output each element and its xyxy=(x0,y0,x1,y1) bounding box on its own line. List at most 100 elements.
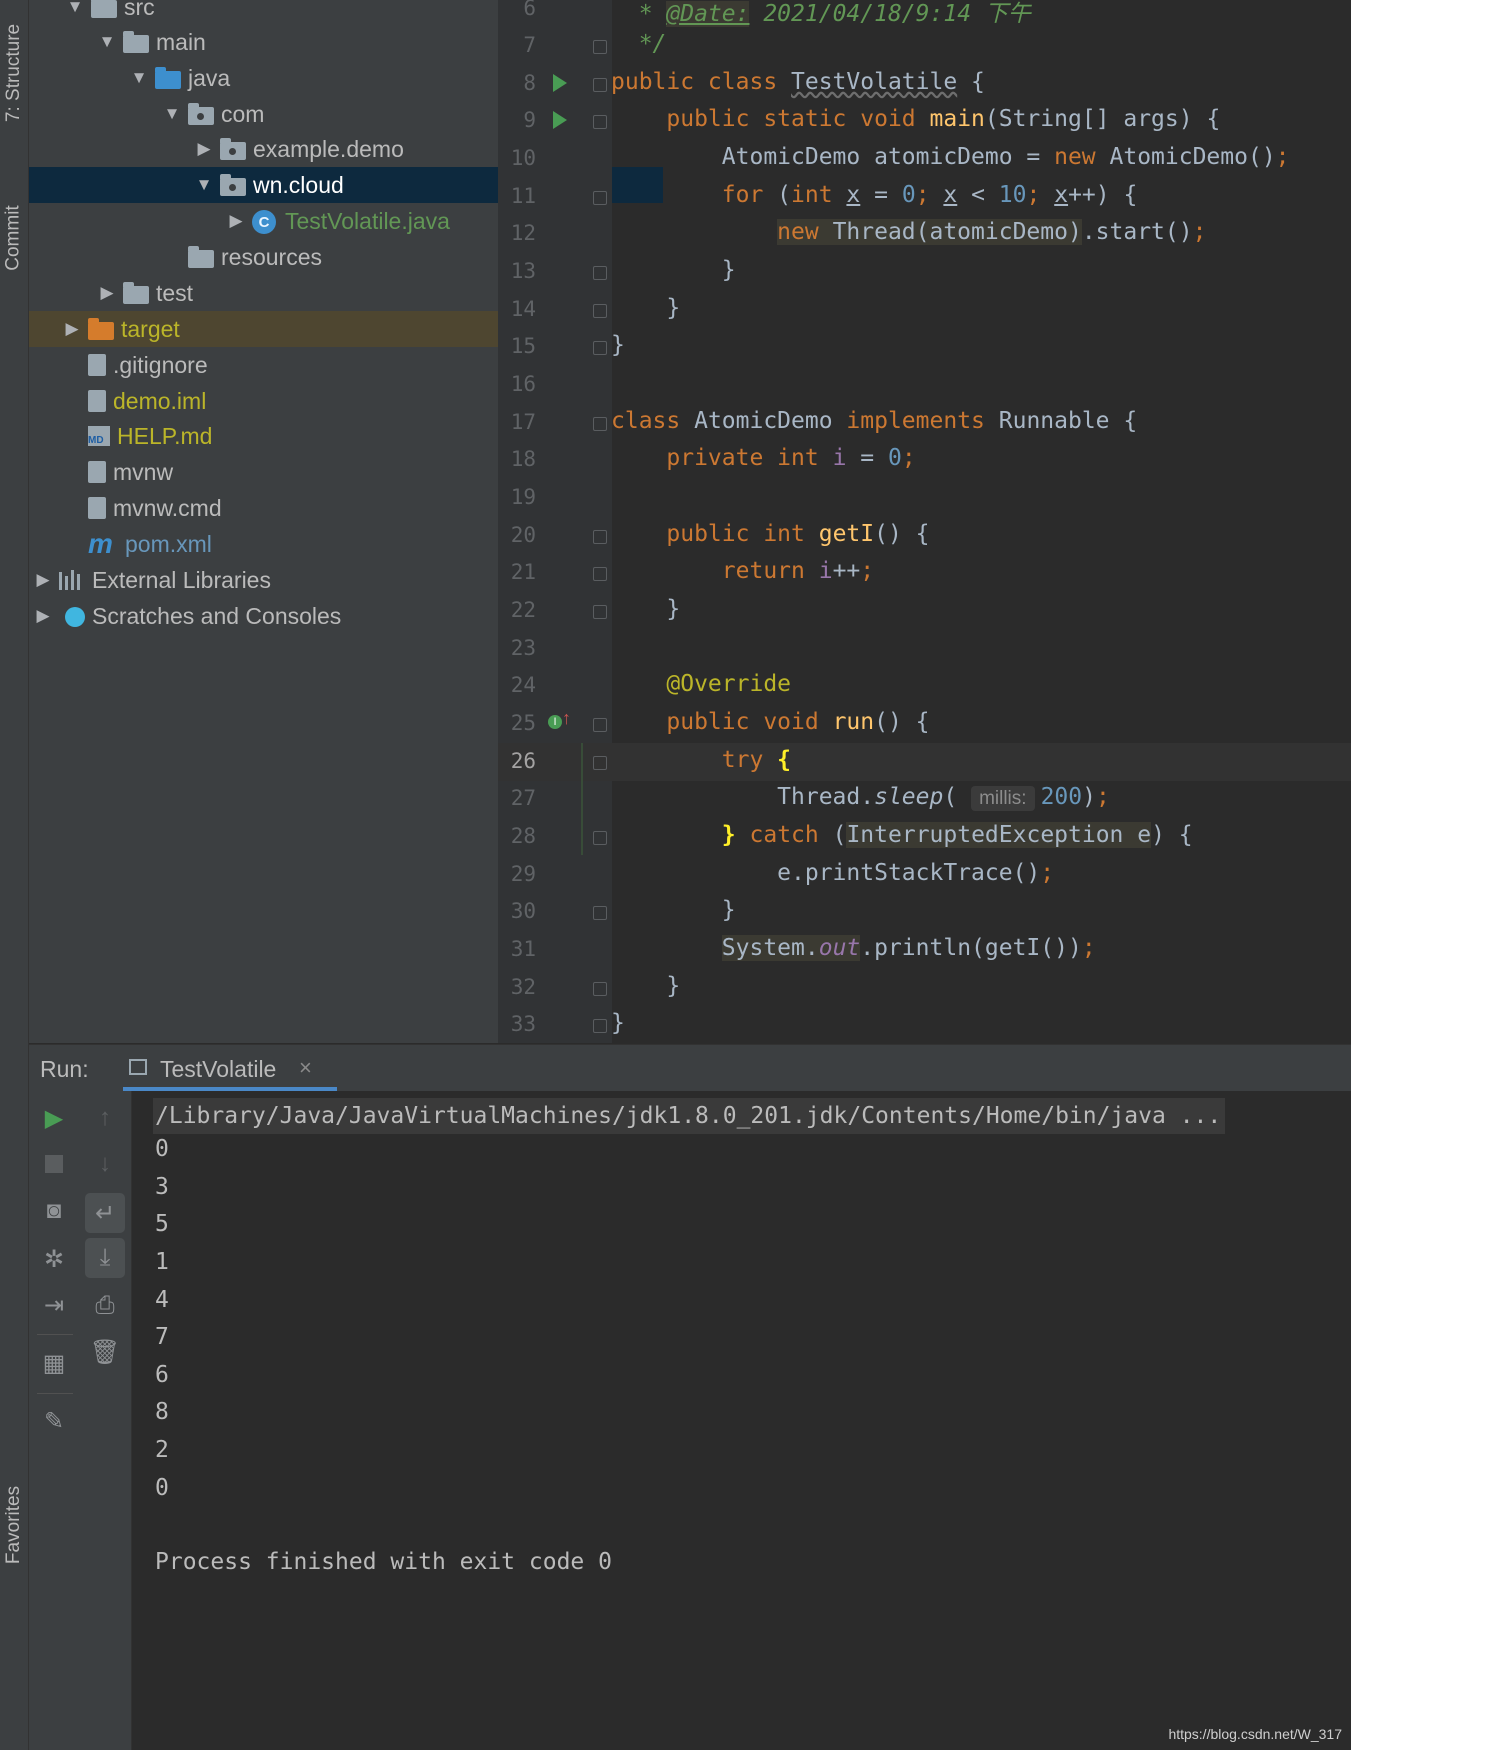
trash-icon[interactable]: 🗑 xyxy=(85,1332,125,1372)
code-line[interactable]: 30 } xyxy=(498,893,1351,931)
structure-tool-tab[interactable]: 7: Structure xyxy=(0,0,28,145)
code-line[interactable]: 25I public void run() { xyxy=(498,705,1351,743)
favorites-tool-tab[interactable]: Favorites xyxy=(0,1470,28,1580)
line-number: 31 xyxy=(510,937,536,961)
code-line[interactable]: 14 } xyxy=(498,291,1351,329)
down-arrow-icon[interactable]: ↓ xyxy=(85,1144,125,1184)
exit-icon[interactable]: ⇥ xyxy=(34,1285,74,1325)
tree-item-scratches[interactable]: ▶ Scratches and Consoles xyxy=(29,598,502,634)
fold-icon[interactable] xyxy=(593,304,607,318)
debug-bug-icon[interactable]: ✲ xyxy=(34,1239,74,1279)
fold-icon[interactable] xyxy=(593,718,607,732)
close-icon[interactable]: × xyxy=(299,1055,312,1081)
fold-icon[interactable] xyxy=(593,982,607,996)
code-line[interactable]: 18 private int i = 0; xyxy=(498,441,1351,479)
tree-item-label: com xyxy=(221,100,265,127)
fold-icon[interactable] xyxy=(593,191,607,205)
code-line[interactable]: 33} xyxy=(498,1006,1351,1043)
code-line[interactable]: 6 * @Date: 2021/04/18/9:14 下午 xyxy=(498,0,1351,28)
code-line[interactable]: 10 AtomicDemo atomicDemo = new AtomicDem… xyxy=(498,140,1351,178)
code-line[interactable]: 20 public int getI() { xyxy=(498,517,1351,555)
rerun-button[interactable]: ▶ xyxy=(34,1098,74,1138)
tree-item-src[interactable]: ▼ src xyxy=(29,0,534,25)
collapsed-arrow-icon[interactable]: ▶ xyxy=(97,283,117,303)
tree-item-mvnw[interactable]: mvnw xyxy=(29,454,557,490)
fold-icon[interactable] xyxy=(593,40,607,54)
fold-icon[interactable] xyxy=(593,831,607,845)
code-line[interactable]: 22 } xyxy=(498,592,1351,630)
fold-icon[interactable] xyxy=(593,115,607,129)
expanded-arrow-icon[interactable]: ▼ xyxy=(162,104,182,124)
tree-item-help-md[interactable]: MD HELP.md xyxy=(29,418,557,454)
expanded-arrow-icon[interactable]: ▼ xyxy=(65,0,85,17)
line-number: 15 xyxy=(510,334,536,358)
fold-icon[interactable] xyxy=(593,1019,607,1033)
tree-item-main[interactable]: ▼ main xyxy=(29,24,566,60)
code-line[interactable]: 29 e.printStackTrace(); xyxy=(498,856,1351,894)
code-editor[interactable]: 6 * @Date: 2021/04/18/9:14 下午 7 */ 8 publ… xyxy=(498,0,1351,1043)
fold-icon[interactable] xyxy=(593,341,607,355)
tree-item-external-libraries[interactable]: ▶ External Libraries xyxy=(29,562,502,598)
fold-icon[interactable] xyxy=(593,567,607,581)
code-line[interactable]: 28 } catch (InterruptedException e) { xyxy=(498,818,1351,856)
code-line[interactable]: 21 return i++; xyxy=(498,554,1351,592)
collapsed-arrow-icon[interactable]: ▶ xyxy=(33,570,53,590)
project-tree: ▼ src ▼ main ▼ java ▼ com ▶ example.demo… xyxy=(29,0,663,1043)
layout-icon[interactable]: ▦ xyxy=(34,1343,74,1383)
line-number: 29 xyxy=(510,862,536,886)
print-icon[interactable]: ⎙ xyxy=(85,1286,125,1326)
collapsed-arrow-icon[interactable]: ▶ xyxy=(226,211,246,231)
code-line[interactable]: 24 @Override xyxy=(498,667,1351,705)
expanded-arrow-icon[interactable]: ▼ xyxy=(194,175,214,195)
fold-icon[interactable] xyxy=(593,417,607,431)
soft-wrap-icon[interactable]: ↵ xyxy=(85,1193,125,1233)
code-line[interactable]: 16 xyxy=(498,366,1351,404)
fold-icon[interactable] xyxy=(593,605,607,619)
fold-icon[interactable] xyxy=(593,266,607,280)
tree-item-target[interactable]: ▶ target xyxy=(29,311,531,347)
tree-item-label: .gitignore xyxy=(113,351,208,378)
line-number: 23 xyxy=(510,636,536,660)
tree-item-pom-xml[interactable]: m pom.xml xyxy=(29,526,557,562)
code-line[interactable]: 9 public static void main(String[] args)… xyxy=(498,102,1351,140)
console-output[interactable]: /Library/Java/JavaVirtualMachines/jdk1.8… xyxy=(132,1091,1351,1750)
code-line[interactable]: 27 Thread.sleep( millis: 200); xyxy=(498,780,1351,818)
implements-method-icon[interactable]: I xyxy=(548,711,571,729)
stop-button[interactable] xyxy=(34,1144,74,1184)
expanded-arrow-icon[interactable]: ▼ xyxy=(97,32,117,52)
tree-item-demo-iml[interactable]: demo.iml xyxy=(29,383,557,419)
code-line[interactable]: 31 System.out.println(getI()); xyxy=(498,931,1351,969)
up-arrow-icon[interactable]: ↑ xyxy=(85,1098,125,1138)
dump-threads-camera-icon[interactable]: ◙ xyxy=(34,1191,74,1231)
collapsed-arrow-icon[interactable]: ▶ xyxy=(33,606,53,626)
code-line[interactable]: 32 } xyxy=(498,969,1351,1007)
tree-item-mvnw-cmd[interactable]: mvnw.cmd xyxy=(29,490,557,526)
code-line[interactable]: 8 public class TestVolatile { xyxy=(498,65,1351,103)
scroll-to-end-icon[interactable]: ⤓ xyxy=(85,1238,125,1278)
code-line[interactable]: 23 xyxy=(498,630,1351,668)
code-line[interactable]: 7 */ xyxy=(498,27,1351,65)
code-line-current[interactable]: 26 try { xyxy=(498,743,1351,781)
code-line[interactable]: 11 for (int x = 0; x < 10; x++) { xyxy=(498,178,1351,216)
tree-item-test[interactable]: ▶ test xyxy=(29,275,566,311)
collapsed-arrow-icon[interactable]: ▶ xyxy=(194,139,214,159)
code-line[interactable]: 19 xyxy=(498,479,1351,517)
line-number: 14 xyxy=(510,297,536,321)
code-line[interactable]: 17 class AtomicDemo implements Runnable { xyxy=(498,404,1351,442)
code-line[interactable]: 12 new Thread(atomicDemo).start(); xyxy=(498,215,1351,253)
console-command-line: /Library/Java/JavaVirtualMachines/jdk1.8… xyxy=(153,1098,1226,1134)
expanded-arrow-icon[interactable]: ▼ xyxy=(129,68,149,88)
run-gutter-icon[interactable] xyxy=(553,74,567,92)
pin-icon[interactable]: ✎ xyxy=(34,1401,74,1441)
code-line[interactable]: 13 } xyxy=(498,253,1351,291)
run-gutter-icon[interactable] xyxy=(553,111,567,129)
fold-icon[interactable] xyxy=(593,756,607,770)
commit-tool-tab[interactable]: Commit xyxy=(0,185,28,290)
run-tab-testvolatile[interactable]: TestVolatile × xyxy=(123,1045,337,1091)
fold-icon[interactable] xyxy=(593,78,607,92)
collapsed-arrow-icon[interactable]: ▶ xyxy=(62,319,82,339)
fold-icon[interactable] xyxy=(593,906,607,920)
fold-icon[interactable] xyxy=(593,530,607,544)
code-line[interactable]: 15} xyxy=(498,328,1351,366)
tree-item-gitignore[interactable]: .gitignore xyxy=(29,347,557,383)
